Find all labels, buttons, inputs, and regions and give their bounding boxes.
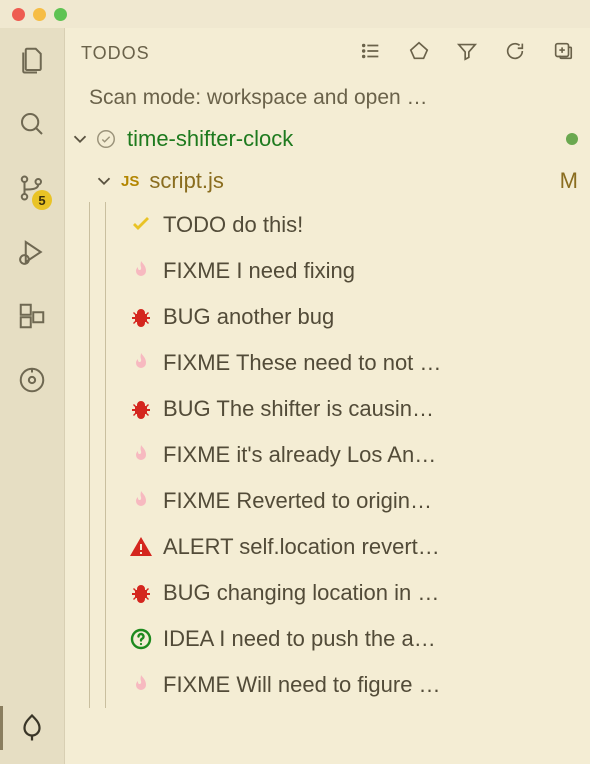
- todo-item[interactable]: IDEA I need to push the a…: [127, 616, 590, 662]
- gitlens-icon: [17, 365, 47, 395]
- sidebar-panel: TODOS Scan mode: workspace and open … ti…: [64, 28, 590, 764]
- todo-item-label: TODO do this!: [163, 212, 303, 238]
- todo-item[interactable]: BUG changing location in …: [127, 570, 590, 616]
- activity-bar: 5: [0, 28, 64, 764]
- window-maximize-button[interactable]: [54, 8, 67, 21]
- extensions-tab[interactable]: [8, 298, 56, 334]
- todo-item-label: IDEA I need to push the a…: [163, 626, 436, 652]
- filter-button[interactable]: [456, 40, 478, 67]
- run-debug-tab[interactable]: [8, 234, 56, 270]
- fixme-icon: [127, 351, 155, 375]
- list-view-button[interactable]: [360, 40, 382, 67]
- tree-icon: [17, 713, 47, 743]
- window-minimize-button[interactable]: [33, 8, 46, 21]
- workspace-folder-row[interactable]: time-shifter-clock: [69, 118, 590, 160]
- fixme-icon: [127, 443, 155, 467]
- new-view-button[interactable]: [552, 40, 574, 67]
- todo-item-label: ALERT self.location revert…: [163, 534, 440, 560]
- panel-header: TODOS: [65, 28, 590, 78]
- check-circle-icon: [95, 128, 117, 150]
- search-icon: [17, 109, 47, 139]
- todo-item[interactable]: FIXME These need to not …: [127, 340, 590, 386]
- todo-tree-tab[interactable]: [8, 710, 56, 746]
- todo-item[interactable]: BUG The shifter is causin…: [127, 386, 590, 432]
- refresh-button[interactable]: [504, 40, 526, 67]
- bug-icon: [127, 397, 155, 421]
- todo-item-label: FIXME These need to not …: [163, 350, 441, 376]
- extensions-icon: [17, 301, 47, 331]
- todo-item-label: BUG The shifter is causin…: [163, 396, 434, 422]
- file-modified-badge: M: [560, 168, 578, 194]
- chevron-down-icon: [69, 128, 91, 150]
- fixme-icon: [127, 673, 155, 697]
- bug-icon: [127, 581, 155, 605]
- scan-mode-label: Scan mode: workspace and open …: [65, 78, 590, 118]
- tag-button[interactable]: [408, 40, 430, 67]
- file-row[interactable]: JS script.js M: [69, 160, 590, 202]
- gitlens-tab[interactable]: [8, 362, 56, 398]
- fixme-icon: [127, 489, 155, 513]
- todo-tree: time-shifter-clock JS script.js M TODO d…: [65, 118, 590, 708]
- todo-item[interactable]: FIXME Reverted to origin…: [127, 478, 590, 524]
- alert-icon: [127, 535, 155, 559]
- files-icon: [17, 45, 47, 75]
- todo-item-label: BUG changing location in …: [163, 580, 439, 606]
- todo-item[interactable]: FIXME Will need to figure …: [127, 662, 590, 708]
- todo-list: TODO do this! FIXME I need fixing BUG anot…: [69, 202, 590, 708]
- todo-item[interactable]: FIXME it's already Los An…: [127, 432, 590, 478]
- todo-item[interactable]: TODO do this!: [127, 202, 590, 248]
- search-tab[interactable]: [8, 106, 56, 142]
- todo-item-label: FIXME I need fixing: [163, 258, 355, 284]
- source-control-tab[interactable]: 5: [8, 170, 56, 206]
- js-file-icon: JS: [121, 173, 139, 190]
- todo-item[interactable]: BUG another bug: [127, 294, 590, 340]
- workspace-status-dot: [566, 133, 578, 145]
- todo-item-label: FIXME it's already Los An…: [163, 442, 436, 468]
- file-name: script.js: [149, 168, 224, 194]
- fixme-icon: [127, 259, 155, 283]
- explorer-tab[interactable]: [8, 42, 56, 78]
- window-close-button[interactable]: [12, 8, 25, 21]
- todo-item-label: FIXME Will need to figure …: [163, 672, 441, 698]
- window-titlebar: [0, 0, 590, 28]
- todo-item-label: FIXME Reverted to origin…: [163, 488, 432, 514]
- workspace-name: time-shifter-clock: [127, 126, 293, 152]
- chevron-down-icon: [93, 170, 115, 192]
- todo-item-label: BUG another bug: [163, 304, 334, 330]
- debug-icon: [17, 237, 47, 267]
- scm-badge: 5: [32, 190, 52, 210]
- bug-icon: [127, 305, 155, 329]
- todo-icon: [127, 213, 155, 237]
- todo-item[interactable]: FIXME I need fixing: [127, 248, 590, 294]
- idea-icon: [127, 627, 155, 651]
- panel-title: TODOS: [81, 43, 150, 64]
- todo-item[interactable]: ALERT self.location revert…: [127, 524, 590, 570]
